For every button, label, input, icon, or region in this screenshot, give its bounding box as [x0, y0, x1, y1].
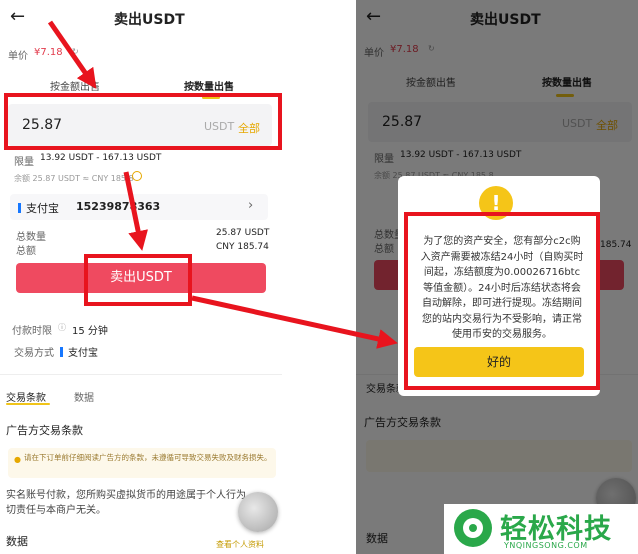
chevron-right-icon: ›	[248, 198, 254, 213]
divider	[0, 374, 282, 375]
warning-icon: !	[479, 186, 513, 220]
limit-value: 13.92 USDT - 167.13 USDT	[40, 153, 162, 163]
warning-icon: ●	[14, 455, 21, 464]
watermark-url: YNQINGSONG.COM	[504, 541, 588, 550]
ad-terms-title: 广告方交易条款	[6, 424, 83, 437]
amount-unit: USDT	[204, 120, 235, 133]
refresh-icon[interactable]: ↻	[428, 44, 435, 53]
notice-text: 请在下订单前仔细阅读广告方的条款，未遵循可导致交易失败及财务损失。	[24, 453, 272, 462]
price-label: 单价	[364, 48, 384, 59]
total-amount-label: 总额	[374, 244, 394, 255]
coin-icon	[132, 171, 142, 181]
pay-method-text: 支付宝	[68, 348, 98, 359]
payment-account: 15239878363	[76, 200, 161, 213]
total-quantity-value: 25.87 USDT	[216, 228, 270, 238]
total-quantity-label: 总数量	[16, 232, 46, 243]
total-amount-value: 185.74	[600, 240, 632, 250]
watermark: 轻松科技 YNQINGSONG.COM	[444, 504, 638, 554]
tab-indicator	[202, 96, 220, 99]
watermark-logo-icon	[454, 509, 492, 547]
all-button[interactable]: 全部	[238, 120, 260, 136]
alipay-icon	[18, 203, 21, 213]
tab-trade-terms[interactable]: 交易条款	[6, 389, 46, 404]
payment-label: 支付宝	[26, 202, 59, 215]
limit-label: 限量	[374, 154, 394, 165]
alipay-icon	[60, 347, 63, 357]
price-label: 单价	[8, 51, 28, 62]
back-arrow-icon[interactable]: ←	[10, 6, 25, 27]
amount-value: 25.87	[382, 114, 423, 130]
notice-box	[366, 440, 632, 472]
dialog-message: 为了您的资产安全，您有部分c2c购入资产需要被冻结24小时（自购买时间起，冻结额…	[420, 236, 584, 340]
total-amount-value: CNY 185.74	[216, 242, 269, 252]
left-screen: ← 卖出USDT 单价 ¥7.18 ↻ 按金额出售 按数量出售 25.87 US…	[0, 0, 282, 554]
total-amount-label: 总额	[16, 246, 36, 257]
payment-name: 支付宝	[18, 200, 59, 216]
data-section-title: 数据	[366, 532, 388, 545]
refresh-icon[interactable]: ↻	[72, 47, 79, 56]
tab-indicator	[556, 94, 574, 97]
price-value: ¥7.18	[34, 47, 63, 58]
realname-text: 实名账号付款，您所购买虚拟货币的用途属于个人行为，一切责任与本商户无关。	[6, 490, 266, 516]
all-button[interactable]: 全部	[596, 117, 618, 133]
page-title: 卖出USDT	[470, 12, 541, 28]
tab-by-quantity[interactable]: 按数量出售	[184, 78, 234, 93]
ad-terms-title: 广告方交易条款	[364, 416, 441, 429]
tab-data[interactable]: 数据	[74, 389, 94, 404]
amount-value: 25.87	[22, 117, 63, 133]
pay-method-value: 支付宝	[60, 344, 98, 359]
page-title: 卖出USDT	[114, 12, 185, 28]
amount-unit: USDT	[562, 117, 593, 130]
price-value: ¥7.18	[390, 44, 419, 55]
trade-terms-indicator	[6, 403, 50, 405]
ok-button[interactable]: 好的	[414, 347, 584, 377]
floating-assistant-icon[interactable]	[238, 492, 278, 532]
tab-by-amount[interactable]: 按金额出售	[50, 78, 100, 93]
back-arrow-icon[interactable]: ←	[366, 6, 381, 27]
view-profile-link[interactable]: 查看个人资料	[216, 539, 264, 550]
pay-time-value: 15 分钟	[72, 326, 108, 337]
limit-value: 13.92 USDT - 167.13 USDT	[400, 150, 522, 160]
tab-by-amount[interactable]: 按金额出售	[406, 74, 456, 89]
data-section-title: 数据	[6, 535, 28, 548]
limit-label: 限量	[14, 157, 34, 168]
sell-usdt-button[interactable]: 卖出USDT	[16, 263, 266, 293]
info-icon[interactable]: ⓘ	[58, 322, 66, 333]
tab-by-quantity[interactable]: 按数量出售	[542, 74, 592, 89]
pay-method-label: 交易方式	[14, 348, 54, 359]
balance-text: 余额 25.87 USDT ≈ CNY 185.8	[14, 174, 134, 183]
pay-time-label: 付款时限	[12, 326, 52, 337]
